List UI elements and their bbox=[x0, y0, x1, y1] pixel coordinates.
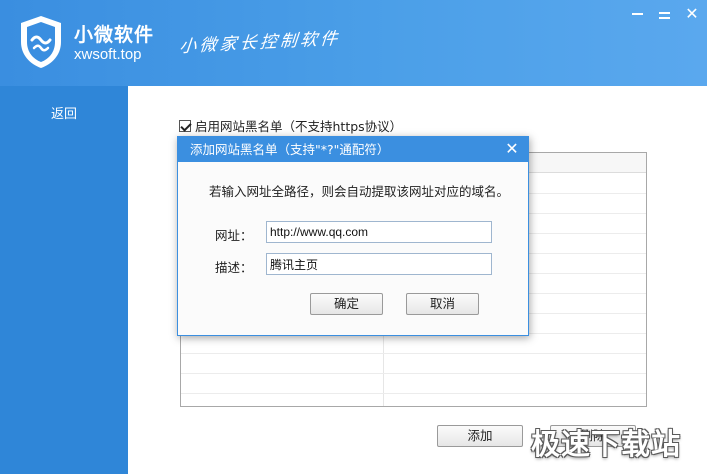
app-header: 小微软件 xwsoft.top 小微家长控制软件 ✕ bbox=[0, 0, 707, 86]
slogan: 小微家长控制软件 bbox=[178, 28, 342, 58]
sidebar: 返回 bbox=[0, 86, 128, 474]
dialog-body: 若输入网址全路径，则会自动提取该网址对应的域名。 网址： 描述： 确定 取消 bbox=[178, 162, 528, 335]
dialog-close-button[interactable]: ✕ bbox=[502, 139, 522, 159]
add-button[interactable]: 添加 bbox=[437, 425, 523, 447]
table-row bbox=[181, 393, 646, 394]
minimize-icon bbox=[632, 13, 643, 15]
shield-logo-icon bbox=[21, 16, 61, 68]
table-row bbox=[181, 373, 646, 374]
dialog-hint: 若输入网址全路径，则会自动提取该网址对应的域名。 bbox=[209, 184, 510, 199]
brand-domain: xwsoft.top bbox=[74, 46, 142, 63]
menu-button[interactable] bbox=[654, 4, 676, 24]
add-blacklist-dialog: 添加网站黑名单（支持"*?"通配符） ✕ 若输入网址全路径，则会自动提取该网址对… bbox=[177, 136, 529, 336]
dialog-title-text: 添加网站黑名单（支持"*?"通配符） bbox=[190, 142, 390, 157]
enable-blacklist-row[interactable]: 启用网站黑名单（不支持https协议） bbox=[179, 116, 402, 135]
description-input[interactable] bbox=[266, 253, 492, 275]
enable-blacklist-checkbox[interactable] bbox=[179, 119, 191, 132]
enable-blacklist-label: 启用网站黑名单（不支持https协议） bbox=[195, 119, 403, 134]
watermark: 极速下载站 bbox=[531, 427, 682, 461]
brand-name: 小微软件 bbox=[74, 24, 155, 46]
cancel-button[interactable]: 取消 bbox=[406, 293, 479, 315]
back-link[interactable]: 返回 bbox=[51, 103, 77, 122]
close-icon: ✕ bbox=[505, 139, 519, 158]
ok-button[interactable]: 确定 bbox=[310, 293, 383, 315]
menu-icon bbox=[659, 12, 670, 14]
url-label: 网址： bbox=[215, 228, 253, 243]
close-button[interactable]: ✕ bbox=[681, 4, 703, 24]
table-row bbox=[181, 353, 646, 354]
minimize-button[interactable] bbox=[627, 4, 649, 24]
url-input[interactable] bbox=[266, 221, 492, 243]
dialog-title: 添加网站黑名单（支持"*?"通配符） bbox=[178, 137, 528, 162]
description-label: 描述： bbox=[215, 260, 253, 275]
close-icon: ✕ bbox=[685, 4, 699, 23]
